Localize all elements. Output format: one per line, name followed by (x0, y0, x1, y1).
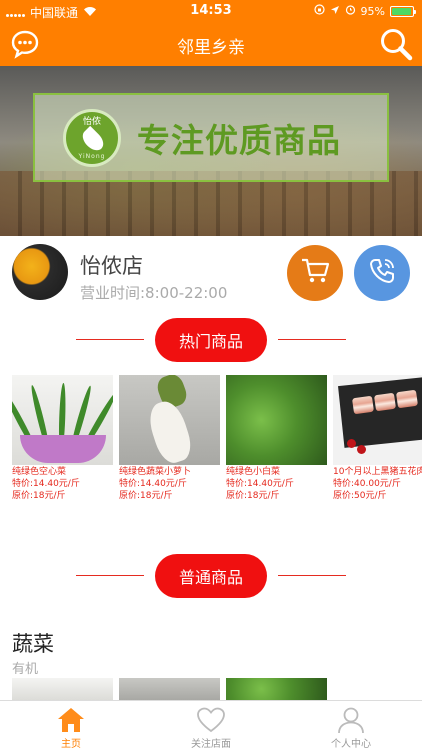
banner-headline: 专注优质商品 (137, 120, 341, 160)
person-icon (306, 705, 396, 735)
product-original-price: 原价:18元/斤 (119, 491, 173, 501)
logo-name: 怡侬 (82, 116, 101, 127)
location-icon (330, 5, 340, 18)
divider-line (278, 575, 346, 576)
tab-home[interactable]: 主页 (26, 705, 116, 750)
category-subtitle: 有机 (12, 662, 39, 677)
category-title: 蔬菜 (12, 632, 54, 656)
product-image-water-spinach (12, 375, 113, 465)
product-card[interactable]: 纯绿色蔬菜小萝卜 特价:14.40元/斤 原价:18元/斤 (119, 375, 220, 502)
banner-sign: 怡侬 YiNong 专注优质商品 (33, 93, 389, 182)
divider-line (278, 339, 346, 340)
tab-label: 个人中心 (331, 739, 371, 750)
product-original-price: 原价:50元/斤 (333, 491, 387, 501)
status-bar: 中国联通 14:53 95% (0, 0, 422, 22)
product-card[interactable]: 纯绿色空心菜 特价:14.40元/斤 原价:18元/斤 (12, 375, 113, 502)
normal-section-title[interactable]: 普通商品 (155, 554, 267, 598)
product-image-bok-choy (226, 375, 327, 465)
tab-followed-stores[interactable]: 关注店面 (166, 705, 256, 750)
product-original-price: 原价:18元/斤 (12, 491, 66, 501)
hot-section-header: 热门商品 (0, 318, 422, 362)
phone-icon (367, 256, 397, 290)
home-icon (26, 705, 116, 735)
product-card[interactable]: 10个月以上黑猪五花肉 特价:40.00元/斤 原价:50元/斤 (333, 375, 422, 502)
product-name: 纯绿色小白菜 (226, 467, 281, 477)
product-special-price: 特价:14.40元/斤 (12, 479, 80, 489)
category-product-image[interactable] (226, 678, 327, 700)
product-card[interactable]: 纯绿色小白菜 特价:14.40元/斤 原价:18元/斤 (226, 375, 327, 502)
tab-label: 关注店面 (191, 739, 231, 750)
divider-line (76, 339, 144, 340)
status-right: 95% (313, 4, 416, 18)
product-name: 10个月以上黑猪五花肉 (333, 467, 422, 477)
page-title: 邻里乡亲 (177, 38, 245, 58)
nav-bar: 邻里乡亲 (0, 22, 422, 66)
product-special-price: 特价:40.00元/斤 (333, 479, 401, 489)
divider-line (76, 575, 144, 576)
heart-icon (166, 705, 256, 735)
tab-label: 主页 (61, 739, 81, 750)
hot-section-title[interactable]: 热门商品 (155, 318, 267, 362)
lock-rotation-icon (313, 4, 325, 18)
leaf-icon (78, 125, 108, 154)
search-icon[interactable] (378, 26, 414, 62)
category-product-image[interactable] (119, 678, 220, 700)
store-name: 怡侬店 (80, 254, 143, 278)
promo-banner[interactable]: 怡侬 YiNong 专注优质商品 (0, 66, 422, 236)
tab-bar: 主页 关注店面 个人中心 (0, 700, 422, 750)
cart-button[interactable] (287, 245, 343, 301)
product-special-price: 特价:14.40元/斤 (226, 479, 294, 489)
alarm-icon (345, 4, 356, 18)
category-products-row[interactable] (0, 678, 422, 700)
hot-products-list[interactable]: 纯绿色空心菜 特价:14.40元/斤 原价:18元/斤 纯绿色蔬菜小萝卜 特价:… (0, 375, 422, 505)
category-product-image[interactable] (12, 678, 113, 700)
brand-logo: 怡侬 YiNong (63, 108, 121, 167)
call-button[interactable] (354, 245, 410, 301)
product-original-price: 原价:18元/斤 (226, 491, 280, 501)
cart-icon (300, 257, 330, 289)
product-image-pork-belly (333, 375, 422, 465)
battery-percent: 95% (360, 4, 385, 18)
product-name: 纯绿色空心菜 (12, 467, 67, 477)
store-avatar[interactable] (12, 244, 68, 300)
logo-sub: YiNong (78, 152, 106, 160)
battery-icon (390, 5, 416, 17)
product-image-radish (119, 375, 220, 465)
product-name: 纯绿色蔬菜小萝卜 (119, 467, 192, 477)
store-hours: 营业时间:8:00-22:00 (80, 284, 228, 302)
product-special-price: 特价:14.40元/斤 (119, 479, 187, 489)
tab-profile[interactable]: 个人中心 (306, 705, 396, 750)
battery-fill (392, 7, 411, 15)
normal-section-header: 普通商品 (0, 554, 422, 598)
